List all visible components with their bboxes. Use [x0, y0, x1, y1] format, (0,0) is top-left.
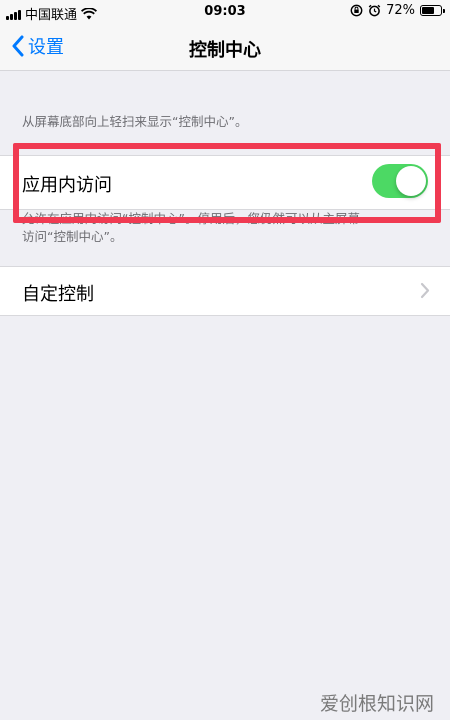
battery-fill	[422, 7, 434, 14]
access-within-apps-label: 应用内访问	[22, 175, 112, 196]
orientation-lock-icon	[350, 4, 363, 17]
navigation-bar: 设置 控制中心	[0, 24, 450, 71]
access-within-apps-row[interactable]: 应用内访问	[0, 155, 450, 210]
control-center-hint: 从屏幕底部向上轻扫来显示“控制中心”。	[22, 114, 248, 129]
page-title: 控制中心	[189, 40, 261, 61]
access-within-apps-footer: 允许在应用内访问“控制中心”。停用后，您仍然可以从主屏幕 访问“控制中心”。	[22, 210, 360, 246]
status-bar: 中国联通 09:03 72%	[0, 0, 450, 24]
access-within-apps-toggle[interactable]	[372, 164, 428, 198]
battery-icon	[420, 5, 445, 16]
access-within-apps-footer-line1: 允许在应用内访问“控制中心”。停用后，您仍然可以从主屏幕	[22, 211, 360, 226]
access-within-apps-footer-line2: 访问“控制中心”。	[22, 229, 123, 244]
toggle-knob	[396, 166, 426, 196]
customize-controls-row[interactable]: 自定控制	[0, 266, 450, 316]
status-bar-right: 72%	[350, 3, 445, 18]
customize-controls-label: 自定控制	[22, 284, 94, 305]
watermark-text: 爱创根知识网	[319, 693, 434, 715]
alarm-icon	[368, 4, 381, 17]
chevron-right-icon	[420, 282, 430, 299]
battery-percent: 72%	[386, 3, 415, 18]
